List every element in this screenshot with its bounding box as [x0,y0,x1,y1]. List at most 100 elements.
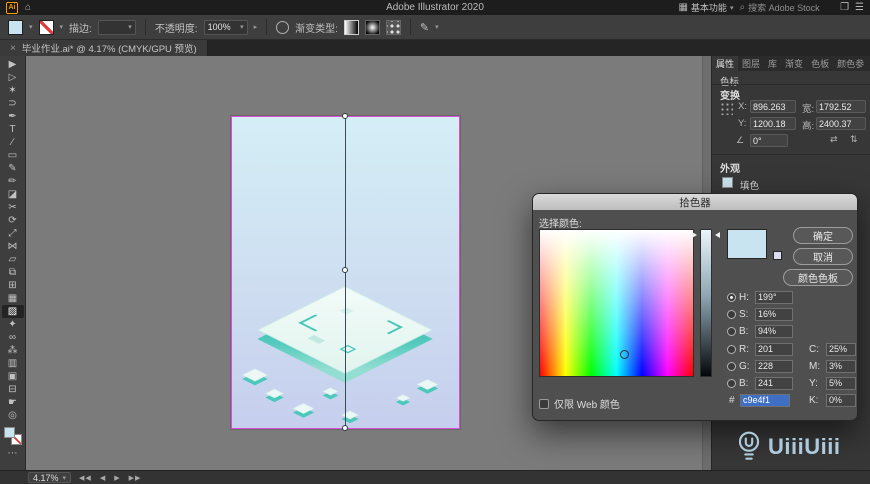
next-artboard-icon[interactable]: ▶ [114,474,120,482]
panel-tab-libraries[interactable]: 库 [764,56,781,71]
path-anchor-handle[interactable] [342,113,348,119]
shape-builder-tool[interactable]: ⧉ [2,266,24,279]
perspective-grid-tool[interactable]: ⊞ [2,279,24,292]
fill-stroke-indicator[interactable] [3,427,22,445]
zoom-level-dropdown[interactable]: 4.17% ▾ [28,472,72,483]
menu-icon[interactable]: ☰ [855,0,864,15]
slice-tool[interactable]: ⊟ [2,383,24,396]
s-radio[interactable] [727,309,736,319]
flip-horizontal-icon[interactable]: ⇄ [830,134,838,145]
panel-tab-properties[interactable]: 属性 [712,56,739,71]
appearance-fill-swatch[interactable] [722,177,733,188]
m-input[interactable] [826,359,856,373]
zoom-tool[interactable]: ◎ [2,409,24,422]
panel-tab-gradient[interactable]: 渐变 [781,56,807,71]
line-segment-tool[interactable]: ∕ [2,136,24,149]
opacity-mask-icon[interactable] [276,20,290,34]
y-input[interactable] [750,117,796,130]
symbol-sprayer-tool[interactable]: ⁂ [2,344,24,357]
opacity-options-icon[interactable]: ▸ [254,23,258,31]
c-input[interactable] [826,342,856,356]
arrange-documents-icon[interactable]: ❐ [840,0,849,15]
b2-input[interactable] [755,376,793,390]
edit-gradient-icon[interactable]: ✎ [420,21,429,34]
k-input[interactable] [826,393,856,407]
close-icon[interactable]: × [10,43,16,54]
x-input[interactable] [750,100,796,113]
brightness-slider[interactable] [700,229,712,377]
gradient-tool[interactable]: ▨ [1,305,24,318]
y-input[interactable] [826,376,856,390]
hex-input[interactable] [740,393,790,407]
edit-toolbar-button[interactable]: ⋯ [8,448,18,459]
paintbrush-tool[interactable]: ✎ [2,162,24,175]
blend-tool[interactable]: ∞ [2,331,24,344]
h-radio[interactable] [727,292,736,302]
r-radio[interactable] [727,344,736,354]
rectangle-tool[interactable]: ▭ [2,149,24,162]
h-input[interactable] [755,290,793,304]
pencil-tool[interactable]: ✏ [2,175,24,188]
color-swatches-button[interactable]: 颜色色板 [783,269,853,286]
cancel-button[interactable]: 取消 [793,248,853,265]
freeform-gradient-button[interactable] [385,19,401,35]
b-radio[interactable] [727,326,736,336]
type-tool[interactable]: T [2,123,24,136]
slider-arrow-left-icon[interactable] [692,232,697,238]
width-input[interactable] [816,100,866,113]
panel-tab-swatches[interactable]: 色板 [807,56,833,71]
reference-point-selector[interactable] [719,101,733,115]
flip-vertical-icon[interactable]: ⇅ [850,134,858,145]
ok-button[interactable]: 确定 [793,227,853,244]
slider-arrow-right-icon[interactable] [715,232,720,238]
fill-indicator[interactable] [3,427,15,438]
hand-tool[interactable]: ☛ [2,396,24,409]
rotation-input[interactable] [750,134,788,147]
previous-artboard-icon[interactable]: ◀ [100,474,106,482]
s-input[interactable] [755,307,793,321]
radial-gradient-button[interactable] [364,19,380,35]
height-input[interactable] [816,117,866,130]
path-anchor-handle[interactable] [342,267,348,273]
fill-chevron-icon[interactable]: ▾ [29,23,33,31]
stock-search[interactable]: ⌕ [739,2,835,13]
web-only-checkbox[interactable] [539,398,549,409]
first-artboard-icon[interactable]: ◀◀ [79,474,92,482]
app-icon[interactable]: Ai [6,1,18,14]
eraser-tool[interactable]: ◪ [2,188,24,201]
stroke-color-swatch[interactable] [38,19,54,35]
rotate-tool[interactable]: ⟳ [2,214,24,227]
g-radio[interactable] [727,361,736,371]
b2-radio[interactable] [727,378,736,388]
width-tool[interactable]: ⋈ [2,240,24,253]
color-field[interactable] [539,229,694,377]
r-input[interactable] [755,342,793,356]
panel-tab-color-guide[interactable]: 颜色参 [833,56,868,71]
path-anchor-handle[interactable] [342,425,348,431]
lasso-tool[interactable]: ⊃ [2,97,24,110]
column-graph-tool[interactable]: ▥ [2,357,24,370]
stroke-weight-field[interactable]: ▾ [97,19,136,35]
last-artboard-icon[interactable]: ▶▶ [129,474,142,482]
fill-color-swatch[interactable] [8,19,23,35]
selection-tool[interactable]: ▶ [2,58,24,71]
stroke-chevron-icon[interactable]: ▾ [60,23,64,31]
opacity-field[interactable]: 100% ▾ [203,19,248,35]
scissors-tool[interactable]: ✂ [2,201,24,214]
magic-wand-tool[interactable]: ✶ [2,84,24,97]
artboard-tool[interactable]: ▣ [2,370,24,383]
eyedropper-tool[interactable]: ✦ [2,318,24,331]
g-input[interactable] [755,359,793,373]
dialog-title[interactable]: 拾色器 [533,194,857,210]
linear-gradient-button[interactable] [343,19,359,35]
scale-tool[interactable]: ⤢ [2,227,24,240]
free-transform-tool[interactable]: ▱ [2,253,24,266]
panel-tab-layers[interactable]: 图层 [738,56,764,71]
mesh-tool[interactable]: ▦ [2,292,24,305]
document-tab[interactable]: × 毕业作业.ai* @ 4.17% (CMYK/GPU 预览) [0,40,208,56]
b-input[interactable] [755,324,793,338]
pen-tool[interactable]: ✒ [2,110,24,123]
direct-selection-tool[interactable]: ▷ [2,71,24,84]
workspace-switcher[interactable]: ▦ 基本功能 ▾ [678,0,733,15]
color-field-marker[interactable] [620,350,629,359]
